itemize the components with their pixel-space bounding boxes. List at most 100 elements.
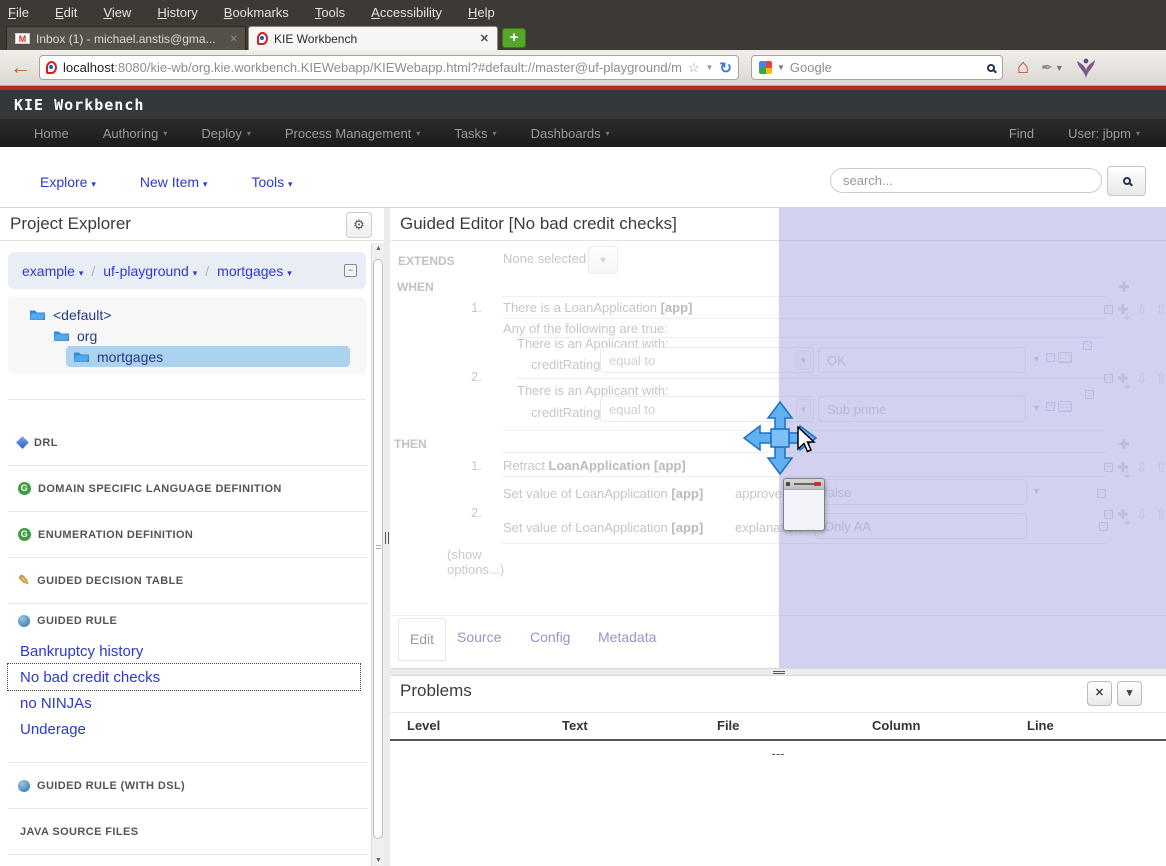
pencil-icon: ✎ (18, 572, 30, 589)
breadcrumb-repository[interactable]: uf-playground ▾ (103, 263, 197, 279)
tab-config[interactable]: Config (530, 629, 570, 645)
chevron-down-icon[interactable]: ▾ (1117, 681, 1142, 706)
back-button[interactable]: ← (10, 56, 31, 80)
kie-favicon (46, 61, 57, 74)
search-input[interactable] (830, 168, 1102, 193)
when-label: WHEN (397, 280, 434, 294)
file-underage[interactable]: Underage (8, 716, 368, 742)
dsl-icon: G (18, 482, 31, 495)
file-no-ninjas[interactable]: no NINJAs (8, 690, 368, 716)
close-icon[interactable]: ✕ (1087, 681, 1112, 706)
app-brand: KIE Workbench (14, 96, 144, 114)
search-icon[interactable] (987, 64, 995, 72)
home-icon[interactable]: ⌂ (1017, 56, 1029, 79)
url-path: :8080/kie-wb/org.kie.workbench.KIEWebapp… (114, 60, 682, 75)
reload-icon[interactable]: ↻ (719, 59, 732, 77)
nav-deploy[interactable]: Deploy▾ (201, 126, 250, 141)
menu-tools[interactable]: Tools (315, 5, 345, 20)
section-guided-rule-with-dsl[interactable]: GUIDED RULE (WITH DSL) (8, 763, 368, 809)
section-guided-decision-table[interactable]: ✎ GUIDED DECISION TABLE (8, 558, 368, 604)
scrollbar-thumb[interactable] (373, 259, 383, 839)
tab-close-icon[interactable]: × (231, 33, 237, 45)
show-options-link[interactable]: (show options...) (447, 547, 513, 577)
extends-value: None selected (503, 251, 586, 266)
tree-item-default[interactable]: <default> (8, 304, 366, 325)
toolbar-dropdown-icon[interactable]: ▼ (1055, 63, 1064, 73)
nav-dashboards[interactable]: Dashboards▾ (531, 126, 610, 141)
browser-tabbar: M Inbox (1) - michael.anstis@gma... × KI… (0, 25, 1166, 50)
section-java-source-files[interactable]: JAVA SOURCE FILES (8, 809, 368, 855)
file-no-bad-credit-checks[interactable]: No bad credit checks (8, 664, 360, 690)
url-bar[interactable]: localhost :8080/kie-wb/org.kie.workbench… (39, 55, 739, 80)
browser-tab-kie[interactable]: KIE Workbench ✕ (248, 26, 498, 50)
menu-help[interactable]: Help (468, 5, 495, 20)
nav-home[interactable]: Home (34, 126, 69, 141)
set-value-action-1[interactable]: Set value of LoanApplication [app] (503, 486, 703, 501)
column-column: Column (855, 713, 1010, 739)
nav-process-management[interactable]: Process Management▾ (285, 126, 420, 141)
chevron-down-icon: ▾ (163, 129, 167, 138)
nav-tasks[interactable]: Tasks▾ (454, 126, 496, 141)
subnav-tools[interactable]: Tools ▾ (251, 174, 292, 190)
asset-sections: DRL G DOMAIN SPECIFIC LANGUAGE DEFINITIO… (8, 420, 368, 866)
gmail-icon: M (15, 33, 30, 44)
rule-sphere-icon (18, 615, 30, 627)
collapse-icon[interactable]: − (344, 264, 357, 277)
new-tab-button[interactable]: + (502, 28, 526, 48)
section-drl[interactable]: DRL (8, 420, 368, 466)
splitter-grip (385, 532, 389, 544)
search-icon (1123, 177, 1131, 185)
browser-tab-inbox[interactable]: M Inbox (1) - michael.anstis@gma... × (6, 26, 246, 50)
workbench-subnav: Explore ▾ New Item ▾ Tools ▾ (0, 147, 1166, 208)
breadcrumb-separator: / (91, 263, 95, 279)
google-logo-icon (759, 61, 772, 74)
file-bankruptcy-history[interactable]: Bankruptcy history (8, 638, 368, 664)
tree-item-mortgages-selected[interactable]: mortgages (66, 346, 350, 367)
app-header: KIE Workbench (0, 90, 1166, 119)
subnav-new-item[interactable]: New Item ▾ (140, 174, 208, 190)
panel-title: Problems (400, 681, 472, 701)
retract-action[interactable]: Retract LoanApplication [app] (503, 458, 686, 473)
tab-close-icon[interactable]: ✕ (480, 32, 489, 45)
folder-icon (74, 351, 89, 362)
search-button[interactable] (1107, 166, 1146, 196)
breadcrumb-example[interactable]: example ▾ (22, 263, 83, 279)
breadcrumb: example ▾ / uf-playground ▾ / mortgages … (8, 252, 366, 289)
browser-search-bar[interactable]: ▼ Google (751, 55, 1003, 80)
menu-accessibility[interactable]: Accessibility (371, 5, 442, 20)
search-engine-dropdown-icon[interactable]: ▼ (777, 63, 785, 72)
addon-icon[interactable] (1074, 56, 1098, 80)
tab-edit[interactable]: Edit (398, 618, 446, 661)
chevron-down-icon: ▾ (416, 129, 420, 138)
subnav-explore[interactable]: Explore ▾ (40, 174, 96, 190)
chevron-down-icon: ▾ (287, 268, 292, 278)
bookmarks-quill-icon[interactable]: ✒ (1041, 59, 1053, 76)
extends-dropdown-button[interactable]: ▼ (588, 246, 618, 274)
menu-bookmarks[interactable]: Bookmarks (224, 5, 289, 20)
menu-edit[interactable]: Edit (55, 5, 77, 20)
nav-authoring[interactable]: Authoring▾ (103, 126, 168, 141)
url-dropdown-icon[interactable]: ▼ (706, 63, 714, 72)
menu-file[interactable]: File (8, 5, 29, 20)
tree-item-org[interactable]: org (8, 325, 366, 346)
section-guided-rule[interactable]: GUIDED RULE (8, 604, 368, 638)
chevron-down-icon: ▾ (606, 129, 610, 138)
set-value-action-2[interactable]: Set value of LoanApplication [app] (503, 520, 703, 535)
editor-title: Guided Editor [No bad credit checks] (400, 214, 677, 234)
gear-icon[interactable]: ⚙ (346, 212, 372, 238)
section-enumeration-definition[interactable]: G ENUMERATION DEFINITION (8, 512, 368, 558)
menu-history[interactable]: History (157, 5, 197, 20)
bookmark-star-icon[interactable]: ☆ (688, 60, 700, 76)
explorer-scrollbar[interactable]: ▲ ▼ (371, 243, 384, 866)
menu-view[interactable]: View (103, 5, 131, 20)
tab-source[interactable]: Source (457, 629, 501, 645)
nav-user-menu[interactable]: User: jbpm▾ (1068, 126, 1140, 141)
nav-find[interactable]: Find (1009, 126, 1034, 141)
panel-splitter-horizontal[interactable] (390, 668, 1166, 676)
tab-metadata[interactable]: Metadata (598, 629, 656, 645)
breadcrumb-project[interactable]: mortgages ▾ (217, 263, 292, 279)
section-dsl-definition[interactable]: G DOMAIN SPECIFIC LANGUAGE DEFINITION (8, 466, 368, 512)
chevron-down-icon: ▾ (79, 268, 84, 278)
when-pattern-1[interactable]: There is a LoanApplication [app] (503, 300, 692, 315)
project-explorer-header: Project Explorer ⚙ (0, 208, 384, 241)
